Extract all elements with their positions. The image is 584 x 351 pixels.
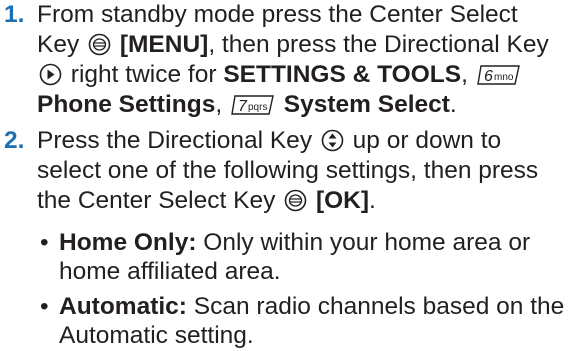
step-2: 2. Press the Directional Key up or down … <box>0 126 584 216</box>
option-automatic: • Automatic: Scan radio channels based o… <box>37 292 579 350</box>
text-line: Automatic setting. <box>59 322 254 349</box>
text-line: home affiliated area. <box>59 258 281 285</box>
text-line: Key [MENU], then press the Directional K… <box>37 30 582 60</box>
text-line: the Center Select Key [OK]. <box>37 186 582 216</box>
bullet-dot: • <box>40 229 49 256</box>
text-line: Phone Settings, 7 pqrs System Select. <box>37 90 582 120</box>
bullet-dot: • <box>40 293 49 320</box>
settings-tools-label: SETTINGS & TOOLS <box>223 61 462 88</box>
svg-text:6: 6 <box>484 68 493 85</box>
text-line: right twice for SETTINGS & TOOLS, 6 mno <box>37 60 582 90</box>
phone-settings-label: Phone Settings <box>37 91 216 118</box>
menu-key-label: [MENU] <box>119 31 209 58</box>
option-text: Automatic: Scan radio channels based on … <box>59 292 579 350</box>
option-term: Automatic: <box>59 293 187 320</box>
step-text: Press the Directional Key up or down to … <box>37 126 582 216</box>
key-7-pqrs-icon: 7 pqrs <box>231 94 275 124</box>
instruction-document: 1. From standby mode press the Center Se… <box>0 0 584 351</box>
center-select-key-icon <box>284 189 307 220</box>
text-line: select one of the following settings, th… <box>37 157 539 184</box>
system-select-label: System Select <box>283 91 450 118</box>
option-term: Home Only: <box>59 229 197 256</box>
svg-text:mno: mno <box>494 72 514 83</box>
svg-text:pqrs: pqrs <box>248 102 267 113</box>
text-line: Press the Directional Key up or down to <box>37 126 582 156</box>
step-1: 1. From standby mode press the Center Se… <box>0 0 584 120</box>
svg-text:7: 7 <box>238 98 248 115</box>
key-6-mno-icon: 6 mno <box>476 64 521 94</box>
ok-key-label: [OK] <box>315 187 370 214</box>
text-line: From standby mode press the Center Selec… <box>37 1 518 28</box>
option-text: Home Only: Only within your home area or… <box>59 228 579 286</box>
step-number: 2. <box>4 127 25 154</box>
step-text: From standby mode press the Center Selec… <box>37 0 582 120</box>
text-line: Automatic: Scan radio channels based on … <box>59 293 565 320</box>
option-home-only: • Home Only: Only within your home area … <box>37 228 579 286</box>
step-number: 1. <box>4 1 25 28</box>
text-line: Home Only: Only within your home area or <box>59 229 531 256</box>
